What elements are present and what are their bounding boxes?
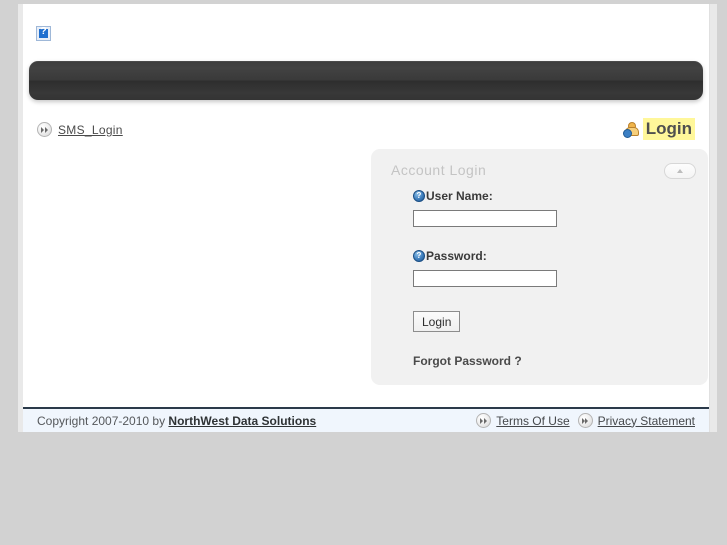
user-login-icon <box>622 121 639 138</box>
page-right-gutter <box>717 0 727 433</box>
username-input[interactable] <box>413 209 557 227</box>
page-title: Login <box>642 118 695 140</box>
password-field-group: ? Password: <box>413 249 693 287</box>
account-login-form: ? User Name: ? Password: Login Forgot Pa… <box>413 189 693 368</box>
footer-link-privacy-statement-item: Privacy Statement <box>577 413 695 428</box>
password-input[interactable] <box>413 269 557 287</box>
company-link[interactable]: NorthWest Data Solutions <box>168 414 316 428</box>
double-chevron-bullet-icon <box>577 413 593 428</box>
password-label: Password: <box>426 249 487 263</box>
copyright-prefix: Copyright 2007-2010 by <box>37 414 169 428</box>
forgot-password-link[interactable]: Forgot Password ? <box>413 354 693 368</box>
panel-collapse-button[interactable] <box>664 163 696 179</box>
footer-link-terms-of-use-item: Terms Of Use <box>476 413 570 428</box>
double-chevron-bullet-icon <box>37 122 52 137</box>
username-label-row: ? User Name: <box>413 189 693 203</box>
user-login-icon-badge <box>622 129 632 138</box>
footer-links: Terms Of Use Privacy Statement <box>476 413 695 428</box>
account-login-panel-title: Account Login <box>391 162 487 178</box>
page-footer: Copyright 2007-2010 by NorthWest Data So… <box>23 407 709 432</box>
footer-link-privacy-statement[interactable]: Privacy Statement <box>598 414 695 428</box>
footer-inner: Copyright 2007-2010 by NorthWest Data So… <box>23 409 709 432</box>
username-field-group: ? User Name: <box>413 189 693 227</box>
site-logo-area: ? <box>36 26 336 56</box>
login-submit-button[interactable]: Login <box>413 311 461 332</box>
breadcrumb-row: SMS_Login Login <box>23 116 709 148</box>
breadcrumb-item-sms-login[interactable]: SMS_Login <box>58 123 123 137</box>
account-login-panel: Account Login ? User Name: ? Password: L… <box>371 149 708 385</box>
page-title-group: Login <box>622 118 695 140</box>
password-label-row: ? Password: <box>413 249 693 263</box>
copyright-text: Copyright 2007-2010 by NorthWest Data So… <box>37 414 316 428</box>
double-chevron-bullet-icon <box>476 413 492 428</box>
help-question-icon[interactable]: ? <box>413 250 425 262</box>
account-login-panel-header: Account Login <box>371 149 708 187</box>
page-content: ? SMS_Login Login Account Login ? User N… <box>23 4 709 432</box>
site-banner <box>29 61 703 100</box>
breadcrumb: SMS_Login <box>37 122 123 137</box>
username-label: User Name: <box>426 189 493 203</box>
page-left-gutter <box>0 0 18 433</box>
browser-page-frame: ? SMS_Login Login Account Login ? User N… <box>0 0 727 433</box>
help-question-icon[interactable]: ? <box>413 190 425 202</box>
broken-image-icon[interactable]: ? <box>36 26 51 41</box>
broken-image-glyph: ? <box>40 26 47 37</box>
site-banner-area <box>23 61 709 106</box>
footer-link-terms-of-use[interactable]: Terms Of Use <box>496 414 569 428</box>
